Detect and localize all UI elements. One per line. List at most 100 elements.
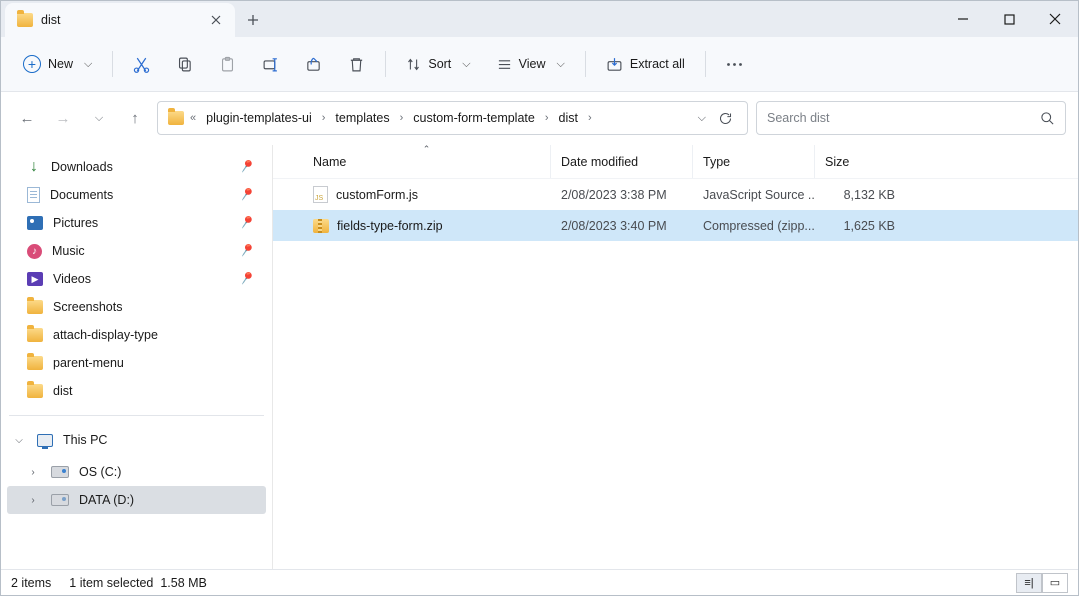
search-input[interactable]: Search dist — [756, 101, 1066, 135]
refresh-button[interactable] — [718, 111, 733, 126]
folder-icon — [27, 356, 43, 370]
recent-locations-button[interactable]: ⌵ — [85, 104, 113, 132]
forward-button[interactable]: → — [49, 104, 77, 132]
sidebar-item[interactable]: Pictures 📍 — [7, 209, 266, 237]
pc-icon — [37, 434, 53, 447]
copy-button[interactable] — [166, 46, 203, 82]
sidebar-label: parent-menu — [53, 356, 124, 370]
rename-button[interactable] — [252, 46, 289, 82]
music-icon: ♪ — [27, 244, 42, 259]
window-tab[interactable]: dist — [5, 3, 235, 37]
chevron-right-icon[interactable]: › — [322, 112, 326, 124]
view-switch: ≡| ▭ — [1016, 573, 1068, 593]
toolbar-divider — [705, 51, 706, 77]
sidebar-separator — [9, 415, 264, 416]
file-type: Compressed (zipp... — [693, 219, 815, 233]
chevron-right-icon[interactable]: › — [27, 467, 39, 478]
sidebar-item[interactable]: dist — [7, 377, 266, 405]
folder-icon — [27, 328, 43, 342]
pin-icon: 📍 — [235, 240, 257, 262]
sort-button[interactable]: Sort — [396, 46, 480, 82]
sidebar-item-drive[interactable]: › DATA (D:) — [7, 486, 266, 514]
file-size: 1,625 KB — [815, 219, 905, 233]
sidebar-label: Music — [52, 244, 85, 258]
new-label: New — [48, 57, 73, 71]
address-row: ← → ⌵ ↑ « plugin-templates-ui › template… — [1, 92, 1078, 145]
address-dropdown-button[interactable]: ⌵ — [698, 112, 706, 125]
navigation-pane: ↓ Downloads 📍 Documents 📍 Pictures 📍 ♪ M… — [1, 145, 273, 569]
toolbar-divider — [112, 51, 113, 77]
breadcrumb-bar[interactable]: « plugin-templates-ui › templates › cust… — [157, 101, 748, 135]
breadcrumb-item[interactable]: custom-form-template — [407, 103, 541, 133]
search-placeholder: Search dist — [767, 111, 1040, 125]
sidebar-label: DATA (D:) — [79, 493, 134, 507]
sidebar-item[interactable]: parent-menu — [7, 349, 266, 377]
breadcrumb-item[interactable]: dist — [553, 103, 584, 133]
sidebar-item[interactable]: Screenshots — [7, 293, 266, 321]
column-header-type[interactable]: Type — [693, 145, 815, 178]
folder-icon — [168, 111, 184, 125]
drive-icon — [51, 466, 69, 478]
view-button[interactable]: View — [487, 46, 575, 82]
chevron-down-icon[interactable]: ⌵ — [13, 435, 25, 446]
new-tab-button[interactable] — [235, 3, 271, 37]
file-list: Name ⌃ Date modified Type Size customFor… — [273, 145, 1078, 569]
details-view-button[interactable]: ≡| — [1016, 573, 1042, 593]
js-file-icon — [313, 186, 328, 203]
download-icon: ↓ — [27, 160, 41, 174]
sidebar-label: Screenshots — [53, 300, 122, 314]
file-name: customForm.js — [336, 188, 418, 202]
sidebar-label: Documents — [50, 188, 113, 202]
paste-button[interactable] — [209, 46, 246, 82]
file-type: JavaScript Source ... — [693, 188, 815, 202]
chevron-right-icon[interactable]: › — [400, 112, 404, 124]
breadcrumb-item[interactable]: plugin-templates-ui — [200, 103, 318, 133]
up-button[interactable]: ↑ — [121, 104, 149, 132]
new-button[interactable]: + New — [13, 46, 102, 82]
maximize-button[interactable] — [986, 1, 1032, 37]
toolbar-divider — [585, 51, 586, 77]
sidebar-label: Downloads — [51, 160, 113, 174]
breadcrumb-overflow[interactable]: « — [190, 112, 196, 124]
sidebar-item[interactable]: Documents 📍 — [7, 181, 266, 209]
close-tab-button[interactable] — [209, 13, 223, 27]
search-icon — [1040, 111, 1055, 126]
document-icon — [27, 187, 40, 203]
tab-title: dist — [41, 13, 60, 27]
back-button[interactable]: ← — [13, 104, 41, 132]
column-header-date[interactable]: Date modified — [551, 145, 693, 178]
chevron-right-icon[interactable]: › — [27, 495, 39, 506]
extract-label: Extract all — [630, 57, 685, 71]
more-button[interactable] — [716, 46, 753, 82]
view-label: View — [519, 57, 546, 71]
sidebar-label: dist — [53, 384, 72, 398]
file-row[interactable]: customForm.js 2/08/2023 3:38 PM JavaScri… — [273, 179, 1078, 210]
breadcrumb-item[interactable]: templates — [329, 103, 395, 133]
cut-button[interactable] — [123, 46, 160, 82]
sidebar-item[interactable]: ▶ Videos 📍 — [7, 265, 266, 293]
extract-all-button[interactable]: Extract all — [596, 46, 695, 82]
chevron-right-icon[interactable]: › — [545, 112, 549, 124]
close-window-button[interactable] — [1032, 1, 1078, 37]
chevron-right-icon[interactable]: › — [588, 112, 592, 124]
minimize-button[interactable] — [940, 1, 986, 37]
share-button[interactable] — [295, 46, 332, 82]
thumbnails-view-button[interactable]: ▭ — [1042, 573, 1068, 593]
pin-icon: 📍 — [235, 268, 257, 290]
sidebar-item[interactable]: ↓ Downloads 📍 — [7, 153, 266, 181]
file-date: 2/08/2023 3:40 PM — [551, 219, 693, 233]
file-name: fields-type-form.zip — [337, 219, 443, 233]
explorer-window: dist + New Sort — [0, 0, 1079, 596]
column-header-size[interactable]: Size — [815, 145, 905, 178]
sidebar-label: attach-display-type — [53, 328, 158, 342]
pane-splitter[interactable] — [267, 145, 272, 569]
status-item-count: 2 items — [11, 576, 51, 590]
sidebar-item[interactable]: ♪ Music 📍 — [7, 237, 266, 265]
column-header-name[interactable]: Name ⌃ — [303, 145, 551, 178]
toolbar: + New Sort View Extract all — [1, 37, 1078, 92]
file-row[interactable]: fields-type-form.zip 2/08/2023 3:40 PM C… — [273, 210, 1078, 241]
sidebar-item-this-pc[interactable]: ⌵ This PC — [7, 426, 266, 454]
sidebar-item[interactable]: attach-display-type — [7, 321, 266, 349]
sidebar-item-drive[interactable]: › OS (C:) — [7, 458, 266, 486]
delete-button[interactable] — [338, 46, 375, 82]
